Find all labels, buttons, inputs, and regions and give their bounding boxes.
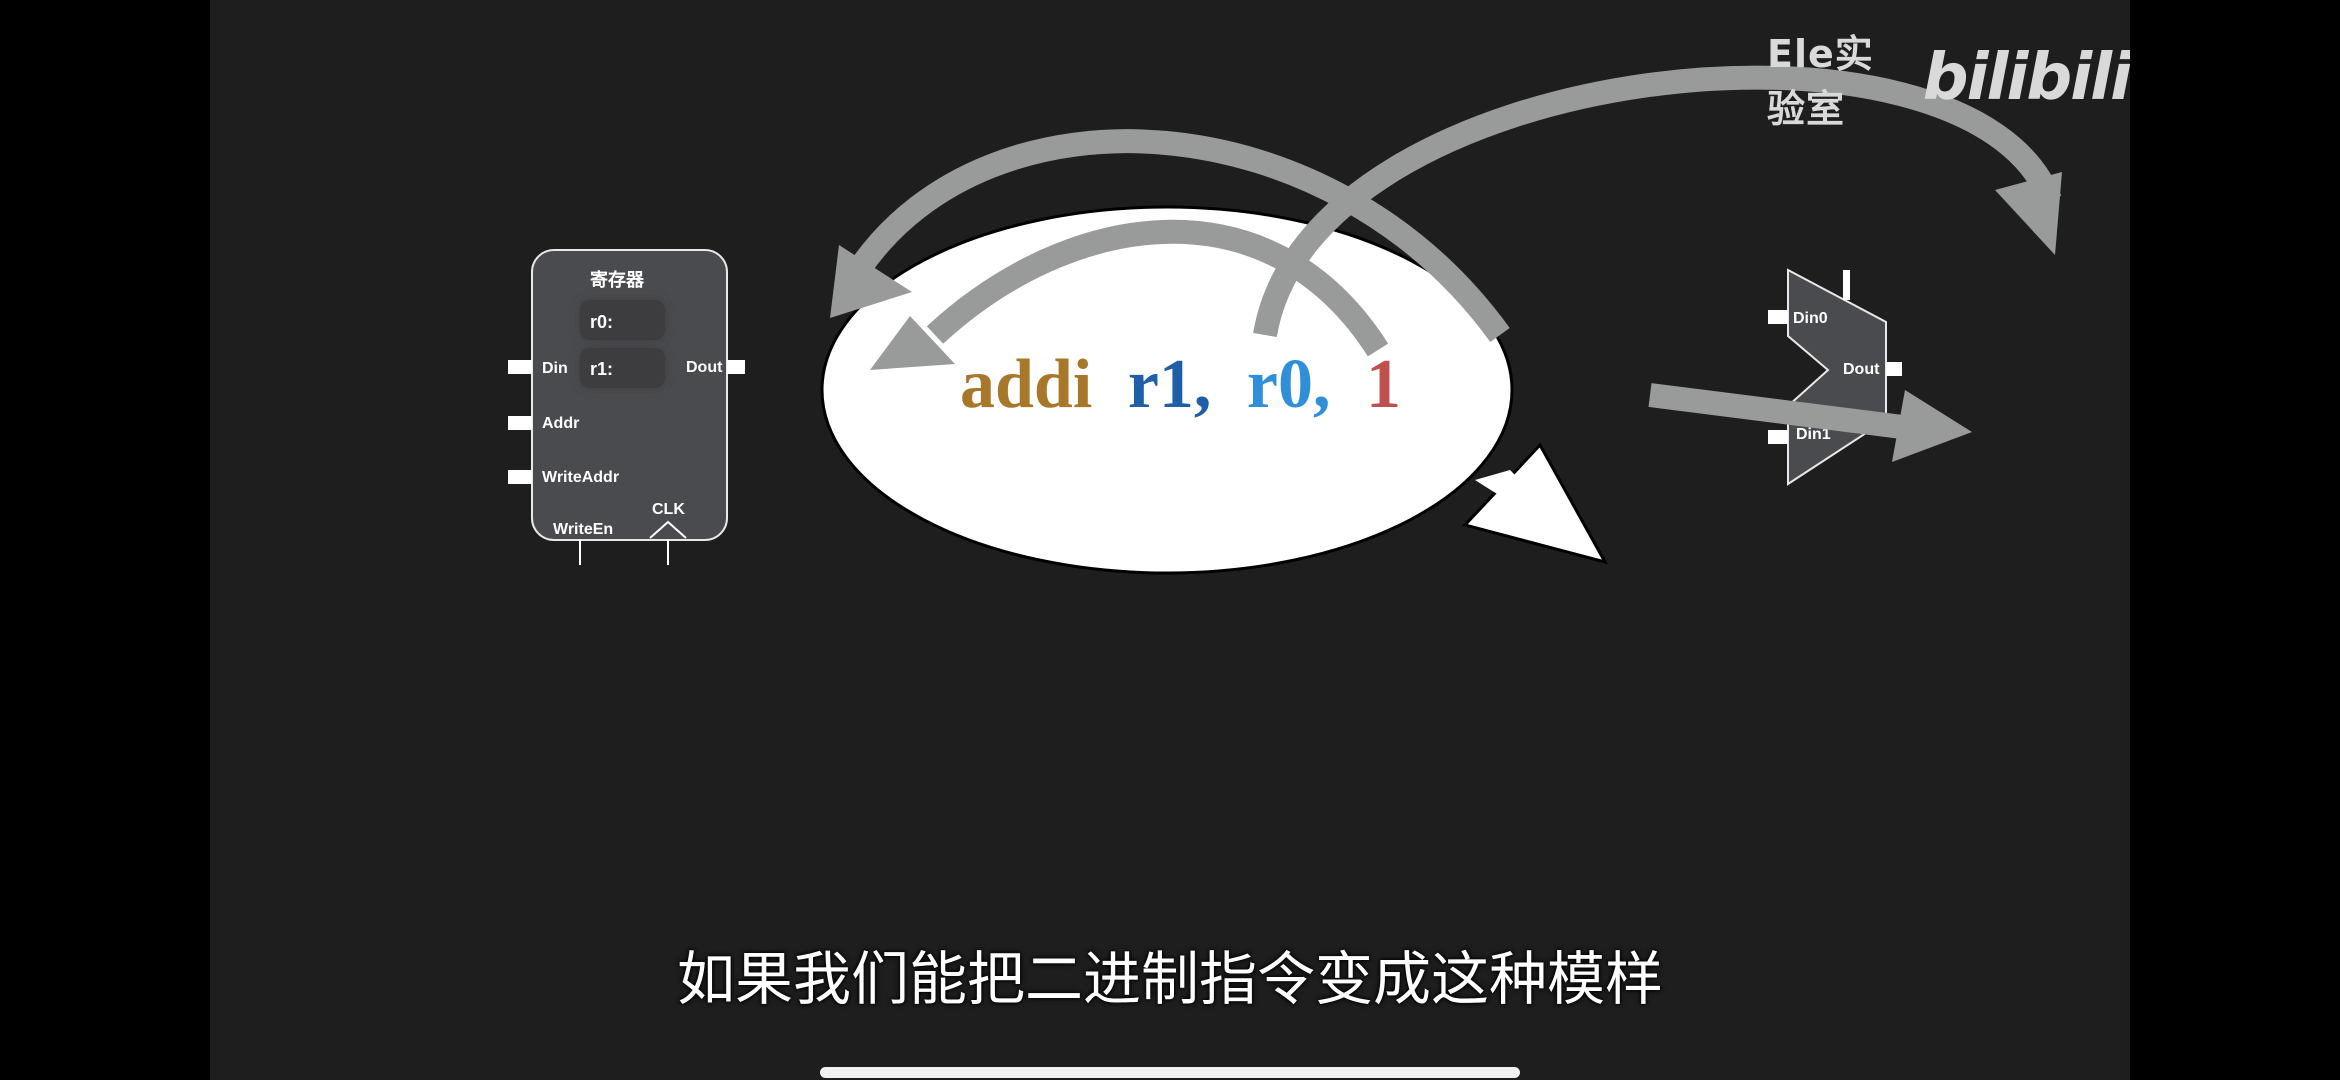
video-frame: r0: r1: 寄存器 Din Addr WriteAddr Dout Writ…	[210, 0, 2130, 1080]
instruction-rd: r1,	[1128, 346, 1212, 423]
bilibili-logo-icon: bilibili	[1922, 41, 2130, 115]
mux-dout-port	[1886, 362, 1902, 376]
din-label: Din	[542, 360, 568, 377]
register-block: r0: r1: 寄存器 Din Addr WriteAddr Dout Writ…	[508, 249, 745, 565]
instruction-op: addi	[960, 346, 1092, 423]
diagram: r0: r1: 寄存器 Din Addr WriteAddr Dout Writ…	[508, 65, 2062, 575]
instruction-imm: 1	[1366, 346, 1401, 423]
register-r0-label: r0:	[590, 312, 613, 332]
mux-dout-label: Dout	[1843, 361, 1880, 378]
watermark: Ele实验室 bilibili	[1767, 32, 2130, 131]
dout-label: Dout	[686, 359, 723, 376]
dout-port	[727, 360, 745, 374]
subtitle: 如果我们能把二进制指令变成这种模样	[676, 945, 1663, 1013]
din1-port	[1768, 430, 1788, 444]
addr-label: Addr	[542, 415, 579, 432]
din0-port	[1768, 310, 1788, 324]
din0-label: Din0	[1793, 310, 1828, 327]
arrowhead-din1-icon	[1892, 390, 1972, 462]
writeaddr-label: WriteAddr	[542, 469, 619, 486]
writeaddr-port	[508, 470, 532, 484]
home-indicator[interactable]	[820, 1067, 1520, 1078]
arrowhead-din0-icon	[1995, 172, 2062, 255]
channel-name: Ele实验室	[1767, 32, 1874, 131]
addr-port	[508, 416, 532, 430]
writeen-label: WriteEn	[553, 521, 613, 538]
mux-block: Din0 Din1 Dout	[1768, 268, 1902, 486]
din-port	[508, 360, 532, 374]
register-r1-label: r1:	[590, 359, 613, 379]
instruction-rs: r0,	[1247, 346, 1331, 423]
register-title: 寄存器	[590, 269, 645, 290]
instruction-text: addi r1, r0, 1	[960, 346, 1401, 423]
clk-label: CLK	[652, 501, 685, 518]
